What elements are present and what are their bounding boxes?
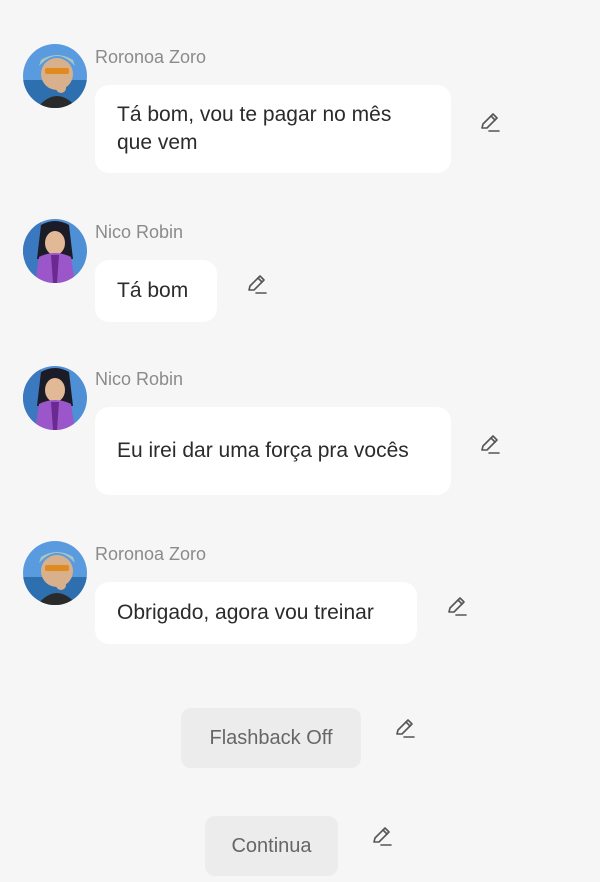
message-text: Obrigado, agora vou treinar [117,601,374,624]
avatar[interactable] [23,219,87,283]
flashback-off-label: Flashback Off [209,726,333,749]
pencil-icon[interactable] [445,594,469,618]
avatar[interactable] [23,44,87,108]
pencil-icon[interactable] [370,824,394,848]
pencil-icon[interactable] [245,272,269,296]
sender-name: Roronoa Zoro [95,47,207,67]
sender-name: Nico Robin [95,369,184,389]
message-bubble[interactable]: Tá bom [95,260,217,322]
message-text: Eu irei dar uma força pra vocês [117,439,409,462]
pencil-icon[interactable] [478,432,502,456]
sender-name: Roronoa Zoro [95,544,207,564]
sender-name: Nico Robin [95,222,184,242]
pencil-icon[interactable] [478,110,502,134]
pencil-icon[interactable] [393,716,417,740]
message-text: Tá bom, vou te pagar no mês que vem [117,103,392,154]
message-bubble[interactable]: Eu irei dar uma força pra vocês [95,407,451,495]
flashback-off-button[interactable]: Flashback Off [181,708,361,768]
continue-label: Continua [231,834,312,857]
message-bubble[interactable]: Tá bom, vou te pagar no mês que vem [95,85,451,173]
avatar[interactable] [23,366,87,430]
message-text: Tá bom [117,279,189,302]
continue-button[interactable]: Continua [205,816,338,876]
message-bubble[interactable]: Obrigado, agora vou treinar [95,582,417,644]
avatar[interactable] [23,541,87,605]
